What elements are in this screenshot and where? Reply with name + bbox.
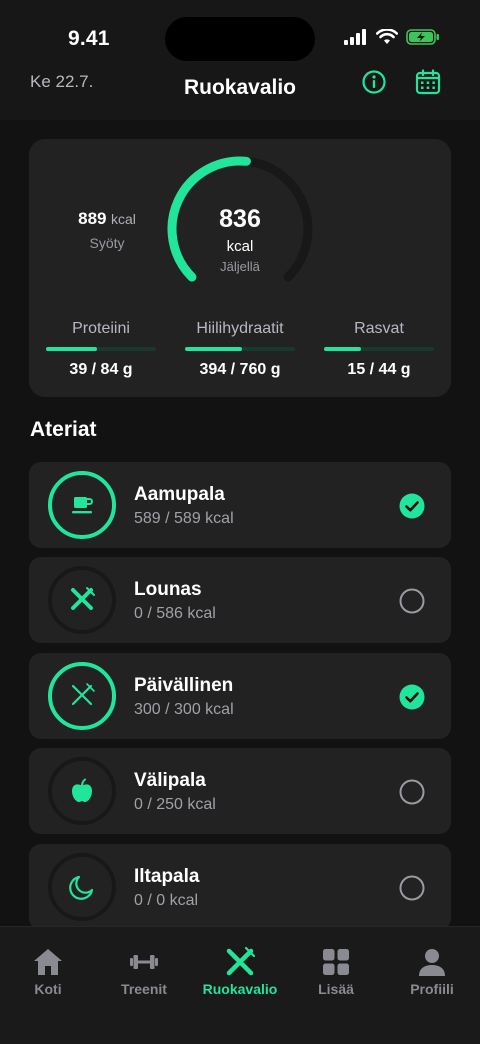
meal-icon-ring <box>48 471 116 539</box>
status-icons <box>344 29 440 45</box>
tab-label: Koti <box>34 981 62 997</box>
macro-name: Hiilihydraatit <box>196 320 284 337</box>
meal-name: Iltapala <box>134 866 200 887</box>
macro-bar-fill <box>46 347 97 351</box>
meal-item-iltapala[interactable]: Iltapala 0 / 0 kcal <box>29 844 451 930</box>
macro-protein: Proteiini 39 / 84 g <box>46 320 156 379</box>
meal-icon-ring <box>48 757 116 825</box>
meal-kcal: 300 / 300 kcal <box>134 701 234 718</box>
macro-fat: Rasvat 15 / 44 g <box>324 320 434 379</box>
dynamic-island <box>165 17 315 61</box>
status-bar: 9.41 <box>0 0 480 64</box>
macro-carbs: Hiilihydraatit 394 / 760 g <box>185 320 295 379</box>
eaten-unit: kcal <box>110 211 136 227</box>
tab-lisaa[interactable]: Lisää <box>288 945 384 997</box>
tab-profiili[interactable]: Profiili <box>384 945 480 997</box>
eaten-block: 889 kcal Syöty <box>67 209 147 251</box>
meal-name: Aamupala <box>134 484 225 505</box>
meal-kcal: 0 / 250 kcal <box>134 796 216 813</box>
meal-kcal: 0 / 0 kcal <box>134 892 199 909</box>
meal-item-paivallinen[interactable]: Päivällinen 300 / 300 kcal <box>29 653 451 739</box>
macro-value: 39 / 84 g <box>69 361 133 378</box>
macro-name: Rasvat <box>354 320 404 337</box>
tab-label: Lisää <box>318 981 354 997</box>
checkmark-icon[interactable] <box>399 493 425 519</box>
meal-item-valipala[interactable]: Välipala 0 / 250 kcal <box>29 748 451 834</box>
meal-kcal: 0 / 586 kcal <box>134 605 216 622</box>
checkmark-icon[interactable] <box>399 684 425 710</box>
empty-circle-icon[interactable] <box>399 588 425 614</box>
meal-kcal: 589 / 589 kcal <box>134 510 234 527</box>
macro-value: 15 / 44 g <box>347 361 411 378</box>
macro-bar <box>324 347 434 351</box>
app-header: Ke 22.7. Ruokavalio <box>0 64 480 120</box>
tab-bar: Koti Treenit Ruokavalio Lisää Profiili <box>0 926 480 1044</box>
person-icon <box>419 949 445 976</box>
meal-item-lounas[interactable]: Lounas 0 / 586 kcal <box>29 557 451 643</box>
meal-name: Lounas <box>134 579 202 600</box>
remaining-value: 836 <box>219 205 261 233</box>
info-icon[interactable] <box>361 69 387 95</box>
tab-koti[interactable]: Koti <box>0 945 96 997</box>
calendar-icon[interactable] <box>414 68 442 96</box>
macro-value: 394 / 760 g <box>199 361 281 378</box>
meal-icon-ring <box>48 853 116 921</box>
empty-circle-icon[interactable] <box>399 875 425 901</box>
grid-icon <box>323 949 349 975</box>
battery-icon <box>406 29 439 45</box>
meal-name: Päivällinen <box>134 675 234 696</box>
calorie-summary-card: 889 kcal Syöty 836 kcal Jäljellä Proteii… <box>29 139 451 397</box>
home-icon <box>34 949 62 975</box>
tab-label: Ruokavalio <box>202 981 278 997</box>
remaining-label: Jäljellä <box>220 259 260 274</box>
fork-knife-icon <box>71 587 95 610</box>
fork-knife-icon <box>226 946 256 976</box>
signal-icon <box>344 29 366 45</box>
tab-label: Treenit <box>121 981 167 997</box>
coffee-cup-icon <box>72 497 93 514</box>
meal-icon-ring <box>48 662 116 730</box>
eaten-label: Syöty <box>89 235 125 251</box>
page-title: Ruokavalio <box>183 76 297 99</box>
meal-name: Välipala <box>134 770 206 791</box>
meal-icon-ring <box>48 566 116 634</box>
remaining-unit: kcal <box>226 238 254 255</box>
meal-item-aamupala[interactable]: Aamupala 589 / 589 kcal <box>29 462 451 548</box>
macro-bar <box>185 347 295 351</box>
empty-circle-icon[interactable] <box>399 779 425 805</box>
eaten-value: 889 <box>78 209 107 228</box>
moon-icon <box>69 875 94 900</box>
macro-bar-fill <box>185 347 243 351</box>
wifi-icon <box>376 29 398 44</box>
macro-bar-fill <box>324 347 362 351</box>
status-time: 9.41 <box>68 27 110 50</box>
remaining-block: 836 kcal Jäljellä <box>166 205 314 274</box>
tab-ruokavalio[interactable]: Ruokavalio <box>192 945 288 997</box>
tab-label: Profiili <box>410 981 454 997</box>
macro-name: Proteiini <box>72 320 130 337</box>
fork-knife-icon <box>71 683 95 706</box>
apple-icon <box>72 778 92 802</box>
dumbbell-icon <box>130 955 158 969</box>
tab-treenit[interactable]: Treenit <box>96 945 192 997</box>
macro-bar <box>46 347 156 351</box>
meals-section-title: Ateriat <box>30 418 97 441</box>
